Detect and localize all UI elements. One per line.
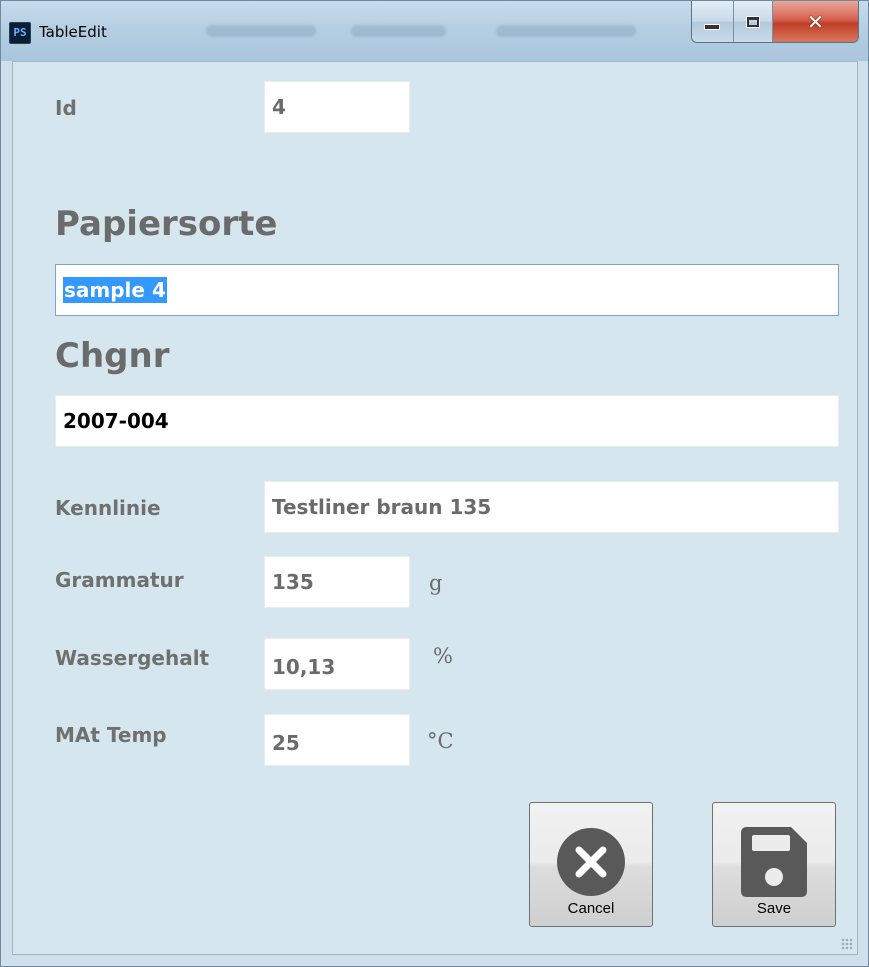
mattemp-field[interactable]: 25 bbox=[264, 714, 410, 766]
close-button[interactable]: ✕ bbox=[773, 1, 858, 42]
id-label: Id bbox=[55, 96, 77, 120]
window-title: TableEdit bbox=[39, 23, 107, 41]
maximize-button[interactable] bbox=[733, 1, 774, 42]
mattemp-label: MAt Temp bbox=[55, 723, 167, 747]
close-icon: ✕ bbox=[807, 9, 824, 34]
grammatur-unit: g bbox=[429, 571, 443, 595]
save-button[interactable]: Save bbox=[712, 802, 836, 927]
save-label: Save bbox=[756, 900, 792, 917]
papiersorte-label: Papiersorte bbox=[55, 204, 278, 244]
title-blur-3 bbox=[496, 25, 636, 37]
chgnr-label: Chgnr bbox=[55, 336, 170, 376]
chgnr-field[interactable]: 2007-004 bbox=[55, 395, 839, 447]
resize-grip[interactable] bbox=[841, 938, 853, 950]
grammatur-label: Grammatur bbox=[55, 568, 184, 592]
title-bar[interactable]: PS TableEdit ✕ bbox=[1, 1, 868, 61]
caption-buttons: ✕ bbox=[691, 1, 859, 43]
papiersorte-field[interactable]: sample 4 bbox=[55, 264, 839, 316]
mattemp-unit: °C bbox=[427, 729, 454, 753]
app-icon[interactable]: PS bbox=[9, 22, 31, 44]
wassergehalt-label: Wassergehalt bbox=[55, 646, 210, 670]
tableedit-window: PS TableEdit ✕ Id 4 Papiersorte sample 4… bbox=[0, 0, 869, 967]
wassergehalt-field[interactable]: 10,13 bbox=[264, 638, 410, 690]
maximize-icon bbox=[745, 15, 760, 28]
wassergehalt-unit: % bbox=[433, 644, 453, 668]
papiersorte-selected-text: sample 4 bbox=[63, 277, 167, 303]
title-blur-1 bbox=[206, 25, 316, 37]
id-field[interactable]: 4 bbox=[264, 81, 410, 133]
floppy-disk-icon bbox=[741, 827, 807, 897]
kennlinie-label: Kennlinie bbox=[55, 496, 161, 520]
cancel-label: Cancel bbox=[567, 900, 615, 917]
minimize-icon bbox=[704, 23, 721, 30]
grammatur-field[interactable]: 135 bbox=[264, 556, 410, 608]
cancel-button[interactable]: Cancel bbox=[529, 802, 653, 927]
kennlinie-field[interactable]: Testliner braun 135 bbox=[264, 481, 839, 533]
title-blur-2 bbox=[351, 25, 446, 37]
form-panel: Id 4 Papiersorte sample 4 Chgnr 2007-004… bbox=[12, 61, 858, 955]
cancel-icon bbox=[557, 828, 625, 896]
minimize-button[interactable] bbox=[692, 1, 734, 42]
